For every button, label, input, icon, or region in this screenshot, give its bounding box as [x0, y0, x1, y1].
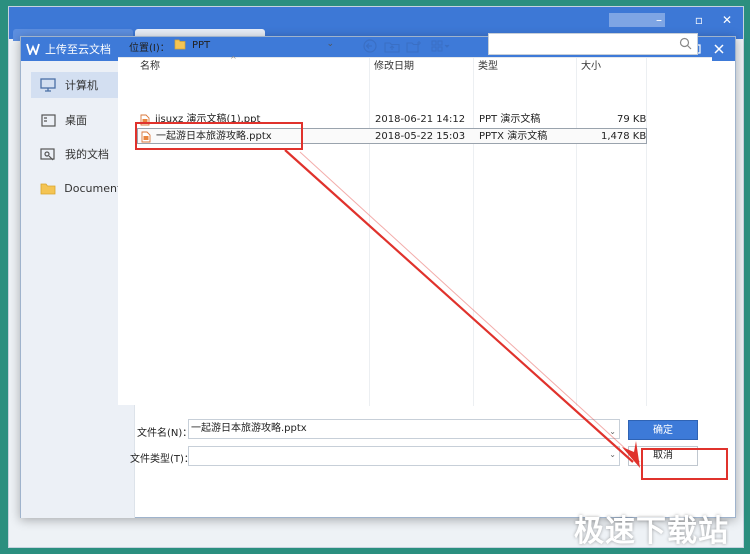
search-input[interactable]	[488, 33, 698, 55]
folder-icon	[174, 38, 188, 52]
chevron-down-icon[interactable]: ⌄	[609, 423, 616, 441]
location-value: PPT	[192, 39, 211, 51]
wps-logo-icon	[26, 42, 40, 56]
new-folder-icon[interactable]	[406, 38, 422, 54]
up-folder-icon[interactable]	[384, 38, 400, 54]
filename-value: 一起游日本旅游攻略.pptx	[191, 423, 307, 434]
ok-button[interactable]: 确定	[628, 420, 698, 440]
chevron-down-icon[interactable]: ⌄	[326, 39, 334, 49]
monitor-icon	[39, 77, 57, 93]
file-date: 2018-05-22 15:03	[375, 131, 466, 142]
file-date: 2018-06-21 14:12	[375, 114, 466, 125]
file-size: 79 KB	[617, 114, 647, 125]
sidebar-item-computer[interactable]: 计算机	[31, 72, 127, 98]
file-type: PPTX 演示文稿	[479, 131, 548, 142]
column-header-name[interactable]: 名称	[136, 58, 366, 75]
location-label: 位置(I)：	[129, 43, 170, 54]
background-minimize-icon: –	[656, 13, 662, 27]
column-divider	[576, 58, 577, 406]
column-header-date[interactable]: 修改日期	[370, 58, 470, 75]
watermark-logo: 极速下载站	[574, 514, 729, 549]
background-close-icon: ✕	[721, 13, 733, 27]
my-documents-icon	[39, 146, 57, 162]
sidebar-item-desktop[interactable]: 桌面	[31, 107, 127, 133]
chevron-down-icon[interactable]: ⌄	[609, 450, 616, 459]
column-divider	[646, 58, 647, 406]
column-divider	[369, 58, 370, 406]
filetype-label: 文件类型(T)：	[130, 454, 194, 465]
dialog-title: 上传至云文档	[45, 43, 111, 56]
file-list: ^ 名称 修改日期 类型 大小 jisuxz 演示文稿(1).ppt 2018-…	[118, 55, 712, 406]
desktop-icon	[39, 112, 57, 128]
background-maximize-icon: ▫	[694, 13, 704, 27]
column-divider	[473, 58, 474, 406]
sidebar-item-documents[interactable]: Documents	[31, 175, 127, 201]
view-menu-icon[interactable]	[430, 38, 452, 54]
annotation-highlight-file	[135, 122, 303, 150]
file-size: 1,478 KB	[601, 131, 647, 142]
column-header-type[interactable]: 类型	[474, 58, 574, 75]
close-icon[interactable]	[711, 41, 727, 57]
sidebar-item-label: 我的文档	[65, 148, 109, 161]
back-icon[interactable]	[362, 38, 378, 54]
location-combo[interactable]: PPT ⌄	[172, 35, 336, 55]
sidebar-item-label: 桌面	[65, 114, 87, 127]
column-header-size[interactable]: 大小	[577, 58, 647, 75]
filename-label: 文件名(N)：	[137, 428, 193, 439]
filename-field[interactable]: 一起游日本旅游攻略.pptx ⌄	[188, 419, 620, 439]
sidebar-item-label: 计算机	[65, 79, 98, 92]
search-icon	[679, 37, 693, 51]
sidebar-item-my-documents[interactable]: 我的文档	[31, 141, 127, 167]
filetype-select[interactable]: ⌄	[188, 446, 620, 466]
file-type: PPT 演示文稿	[479, 114, 541, 125]
folder-icon	[39, 180, 56, 196]
annotation-highlight-ok	[641, 448, 728, 480]
